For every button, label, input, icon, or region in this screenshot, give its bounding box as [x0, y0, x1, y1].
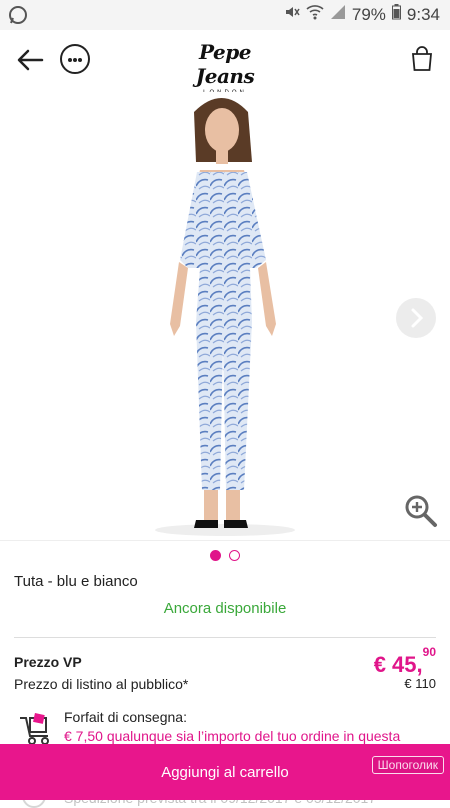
watermark: Шопоголик: [371, 756, 444, 774]
divider: [14, 637, 436, 638]
sale-price: € 45,90: [373, 645, 436, 678]
list-price: € 110: [404, 676, 436, 691]
price-section: Prezzo VP Prezzo di listino al pubblico*…: [14, 645, 436, 692]
signal-icon: [330, 4, 346, 25]
chevron-right-icon[interactable]: [396, 298, 436, 338]
availability-status: Ancora disponibile: [163, 600, 287, 617]
price-main: € 45,: [373, 652, 423, 677]
brand-name: Pepe Jeans: [195, 40, 255, 88]
product-photo: [155, 98, 295, 536]
battery-icon: [391, 4, 401, 25]
product-title: Tuta - blu e bianco: [14, 573, 138, 590]
brand-logo[interactable]: Pepe Jeans LONDON: [175, 40, 275, 96]
whatsapp-icon: [8, 5, 28, 30]
more-icon[interactable]: [60, 44, 90, 74]
add-to-cart-label: Aggiungi al carrello: [161, 763, 289, 781]
pagination-dot-1[interactable]: [210, 549, 221, 561]
price-label: Prezzo VP: [14, 654, 82, 670]
delivery-title: Forfait di consegna:: [64, 709, 187, 725]
back-arrow-icon[interactable]: [16, 48, 44, 72]
status-bar: 79% 9:34: [0, 0, 450, 30]
zoom-in-icon[interactable]: [404, 494, 438, 528]
pagination-dot-2[interactable]: [229, 549, 240, 561]
gallery-pagination: [0, 540, 450, 569]
app-header: Pepe Jeans LONDON: [0, 30, 450, 96]
cart-icon[interactable]: [410, 46, 434, 72]
clock-time: 9:34: [406, 4, 440, 24]
battery-percent: 79%: [351, 4, 386, 24]
mute-icon: [284, 4, 300, 25]
delivery-cart-icon: [18, 712, 54, 746]
price-cents: 90: [422, 644, 436, 659]
product-image-gallery[interactable]: [0, 92, 450, 540]
wifi-icon: [306, 4, 324, 25]
list-price-label: Prezzo di listino al pubblico*: [14, 676, 189, 692]
